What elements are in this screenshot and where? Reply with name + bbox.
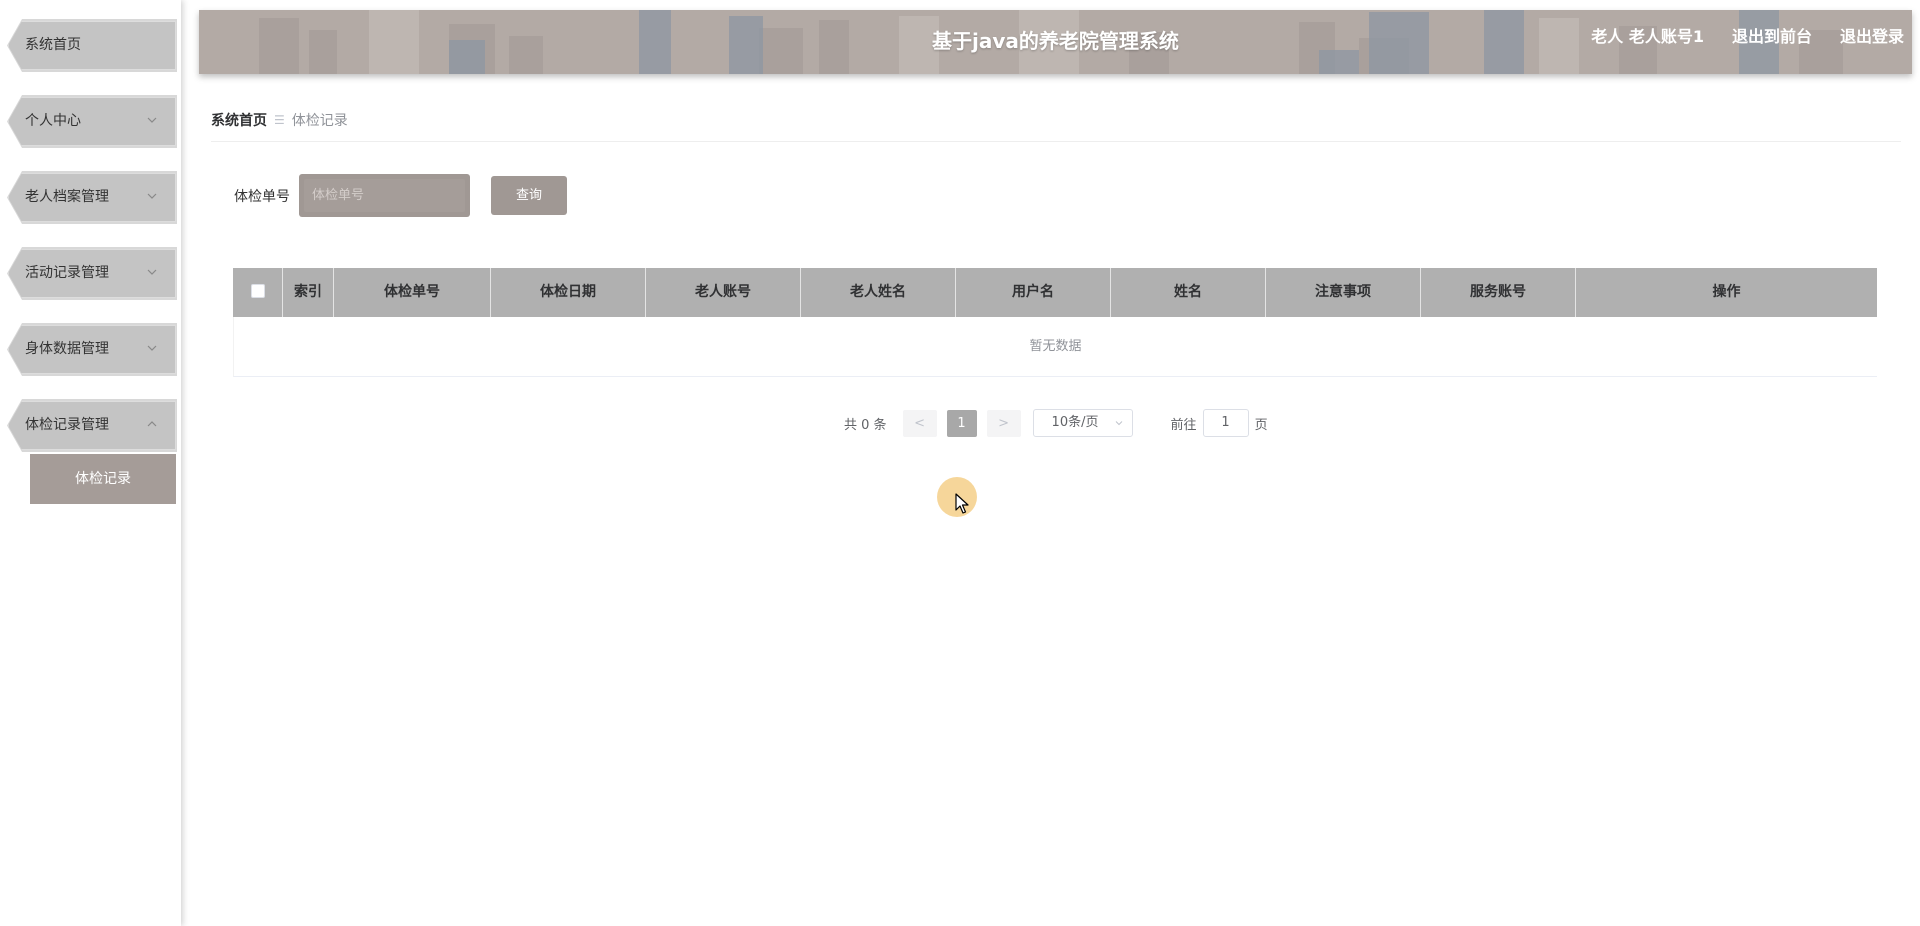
chevron-down-icon (146, 342, 158, 354)
select-all-checkbox[interactable] (250, 283, 265, 298)
column-header: 用户名 (956, 268, 1111, 317)
submenu-item-checkup-record[interactable]: 体检记录 (30, 454, 176, 504)
column-header: 操作 (1712, 284, 1741, 300)
empty-state: 暂无数据 (233, 317, 1877, 377)
sidebar-item-body-data[interactable]: 身体数据管理 (7, 323, 177, 376)
sidebar-item-label: 活动记录管理 (25, 265, 109, 281)
chevron-down-icon (146, 266, 158, 278)
breadcrumb-home[interactable]: 系统首页 (211, 110, 267, 130)
goto-suffix: 页 (1254, 417, 1268, 433)
select-all-column (233, 268, 283, 317)
search-input[interactable] (304, 179, 465, 212)
chevron-up-icon (146, 418, 158, 430)
sidebar-item-activity-records[interactable]: 活动记录管理 (7, 247, 177, 300)
column-header: 老人姓名 (801, 268, 956, 317)
breadcrumb: 系统首页 ☰ 体检记录 (211, 110, 348, 130)
page-size-select[interactable]: 10条/页 (1032, 409, 1133, 437)
sidebar-item-label: 体检记录管理 (25, 417, 109, 433)
search-label: 体检单号 (234, 189, 290, 205)
divider (211, 141, 1901, 142)
column-header: 注意事项 (1266, 268, 1421, 317)
sidebar-item-home[interactable]: 系统首页 (7, 19, 177, 72)
search-button[interactable]: 查询 (491, 176, 567, 215)
sidebar-item-elder-archive[interactable]: 老人档案管理 (7, 171, 177, 224)
chevron-down-icon (1114, 418, 1124, 428)
column-header: 服务账号 (1421, 268, 1576, 317)
header-user-area: 老人 老人账号1 退出到前台 退出登录 (1591, 23, 1904, 47)
column-header: 老人账号 (646, 268, 801, 317)
breadcrumb-current: 体检记录 (291, 113, 348, 129)
prev-page-button[interactable]: < (902, 409, 937, 437)
sidebar-item-personal-center[interactable]: 个人中心 (7, 95, 177, 148)
sidebar: 系统首页 个人中心 老人档案管理 活动记录管理 身体数据管理 体检记录管理 体检… (0, 0, 181, 926)
sidebar-item-label: 身体数据管理 (25, 341, 109, 357)
column-header: 索引 (283, 268, 334, 317)
header-banner: 基于java的养老院管理系统 老人 老人账号1 退出到前台 退出登录 (199, 10, 1912, 74)
logout-link[interactable]: 退出登录 (1840, 23, 1904, 47)
goto-page-input[interactable]: 1 (1202, 409, 1249, 437)
goto-prefix: 前往 (1170, 417, 1197, 433)
user-role: 老人 (1591, 27, 1624, 46)
mouse-pointer-icon (955, 493, 969, 514)
sidebar-item-label: 系统首页 (25, 37, 81, 53)
column-header: 体检单号 (334, 268, 491, 317)
column-header: 姓名 (1111, 268, 1266, 317)
user-info: 老人 老人账号1 (1591, 23, 1704, 47)
page-number-button[interactable]: 1 (946, 409, 977, 437)
back-to-front-link[interactable]: 退出到前台 (1732, 23, 1812, 47)
chevron-down-icon (146, 114, 158, 126)
sidebar-item-checkup-records[interactable]: 体检记录管理 (7, 399, 177, 452)
column-header: 体检日期 (491, 268, 646, 317)
data-table: 索引 体检单号 体检日期 老人账号 老人姓名 用户名 姓名 注意事项 服务账号 … (233, 268, 1877, 377)
breadcrumb-separator-icon: ☰ (274, 113, 285, 127)
next-page-button[interactable]: > (986, 409, 1021, 437)
user-account: 老人账号1 (1628, 27, 1704, 46)
pagination: 共 0 条 < 1 > 10条/页 前往 1 页 (844, 409, 1268, 437)
chevron-down-icon (146, 190, 158, 202)
page-size-value: 10条/页 (1051, 415, 1099, 430)
pagination-total: 共 0 条 (844, 417, 887, 433)
search-input-wrapper (299, 174, 470, 217)
table-header: 索引 体检单号 体检日期 老人账号 老人姓名 用户名 姓名 注意事项 服务账号 … (233, 268, 1877, 317)
sidebar-item-label: 老人档案管理 (25, 189, 109, 205)
sidebar-item-label: 个人中心 (25, 113, 81, 129)
